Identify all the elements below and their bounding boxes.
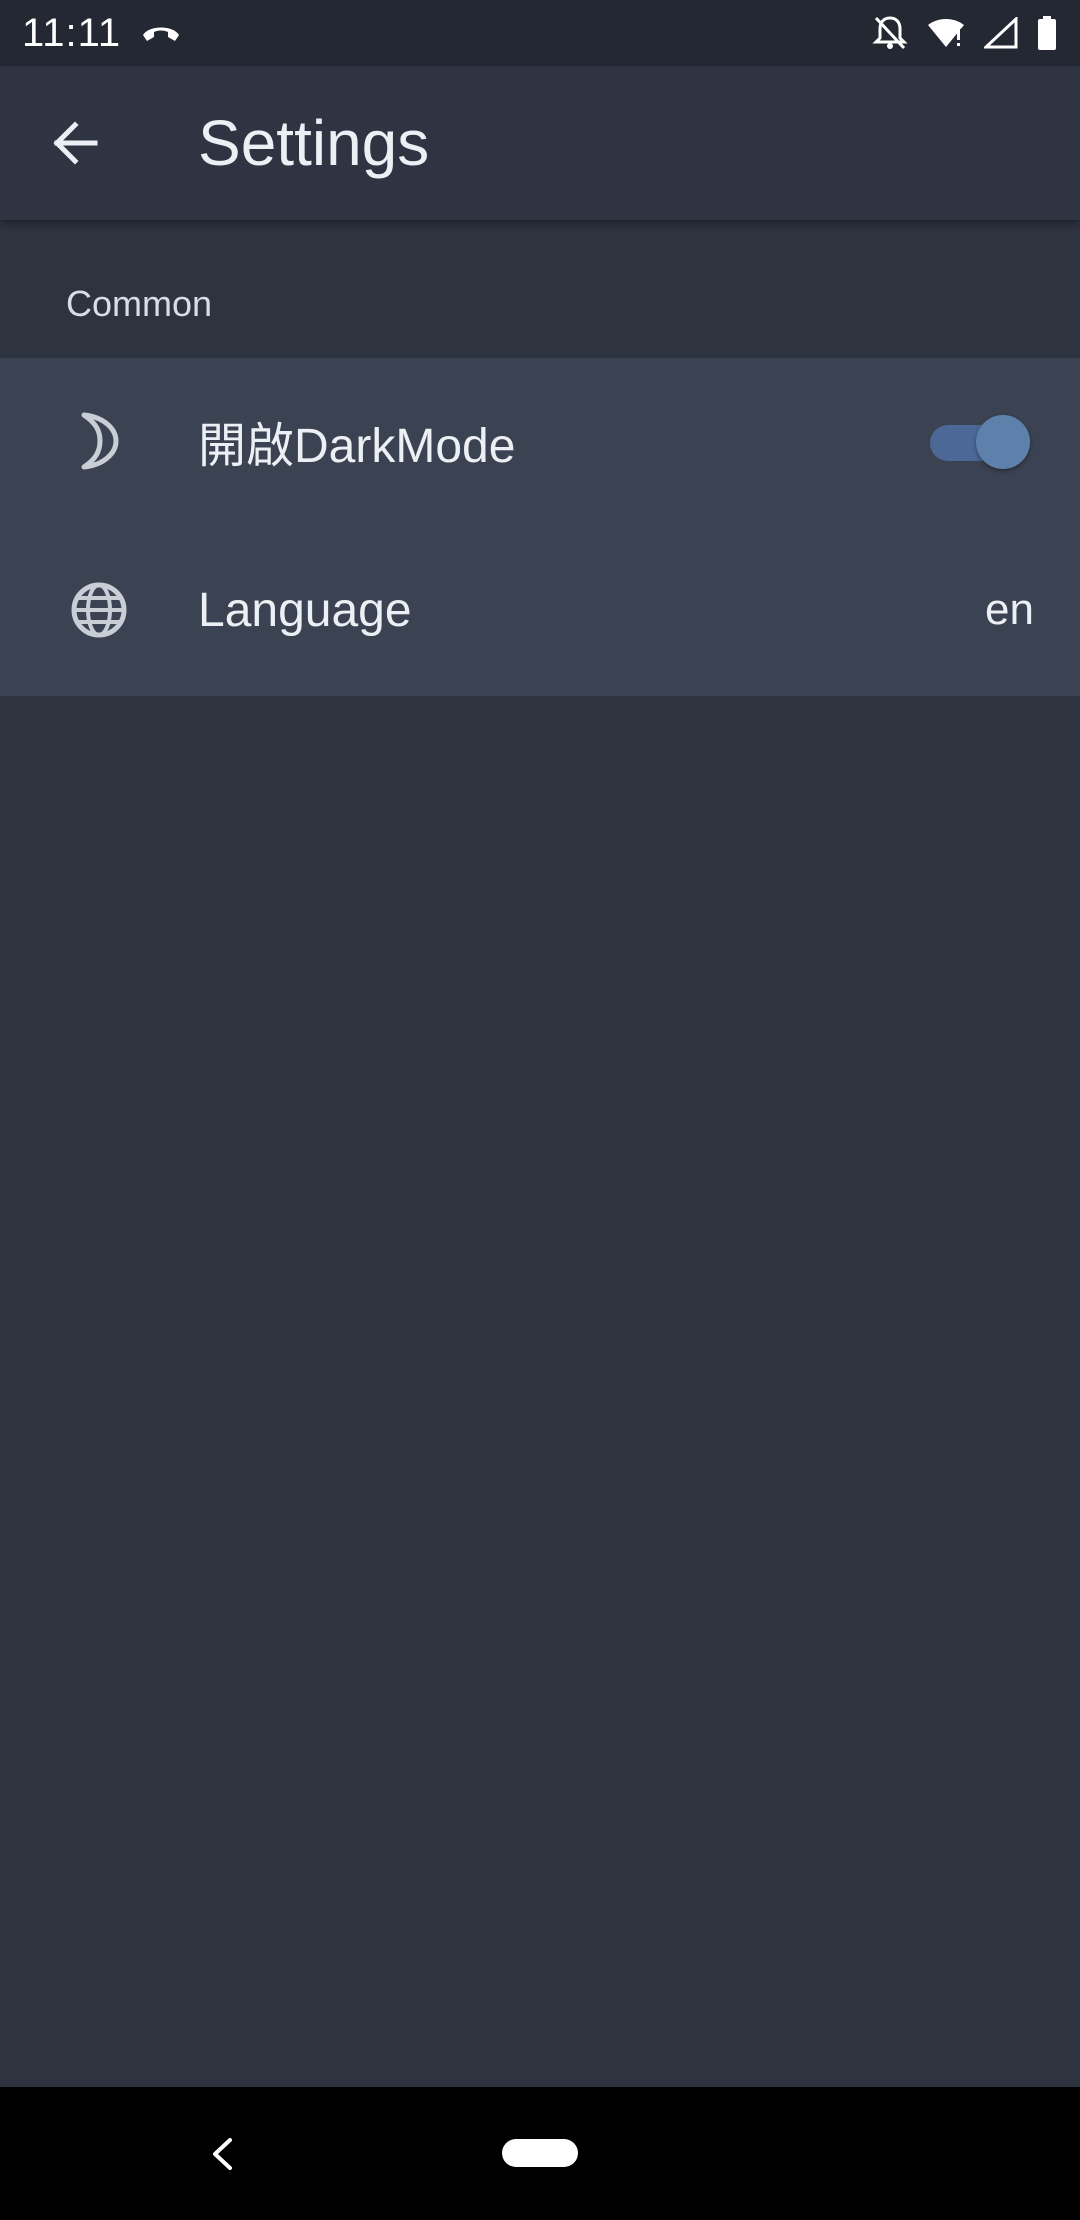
signal-icon [984,17,1018,49]
arrow-back-icon [53,121,98,165]
globe-icon [0,524,198,696]
battery-icon [1036,16,1058,50]
dark-mode-switch[interactable] [928,413,1030,469]
section-label: Common [66,283,213,324]
nav-back-icon [213,2138,232,2170]
nav-back-button[interactable] [200,2119,244,2189]
status-time: 11:11 [22,10,122,55]
call-end-icon [139,19,183,47]
notifications-off-icon [872,14,908,52]
status-bar: 11:11 [0,0,1080,66]
system-nav-bar [0,2087,1080,2220]
home-pill-button[interactable] [502,2139,578,2167]
wifi-alert-icon [926,17,966,49]
app-bar: Settings [0,66,1080,220]
dark-mode-tile[interactable]: 開啟DarkMode [0,358,1080,524]
back-button[interactable] [0,66,156,220]
dark-mode-label: 開啟DarkMode [198,420,516,473]
moon-icon [0,358,198,524]
page-title: Settings [198,107,430,179]
language-label: Language [198,583,412,637]
language-tile[interactable]: Language en [0,524,1080,696]
section-header: Common [0,220,1080,358]
language-value: en [985,585,1034,634]
switch-thumb [976,415,1030,469]
settings-list: 開啟DarkMode Language en [0,358,1080,696]
